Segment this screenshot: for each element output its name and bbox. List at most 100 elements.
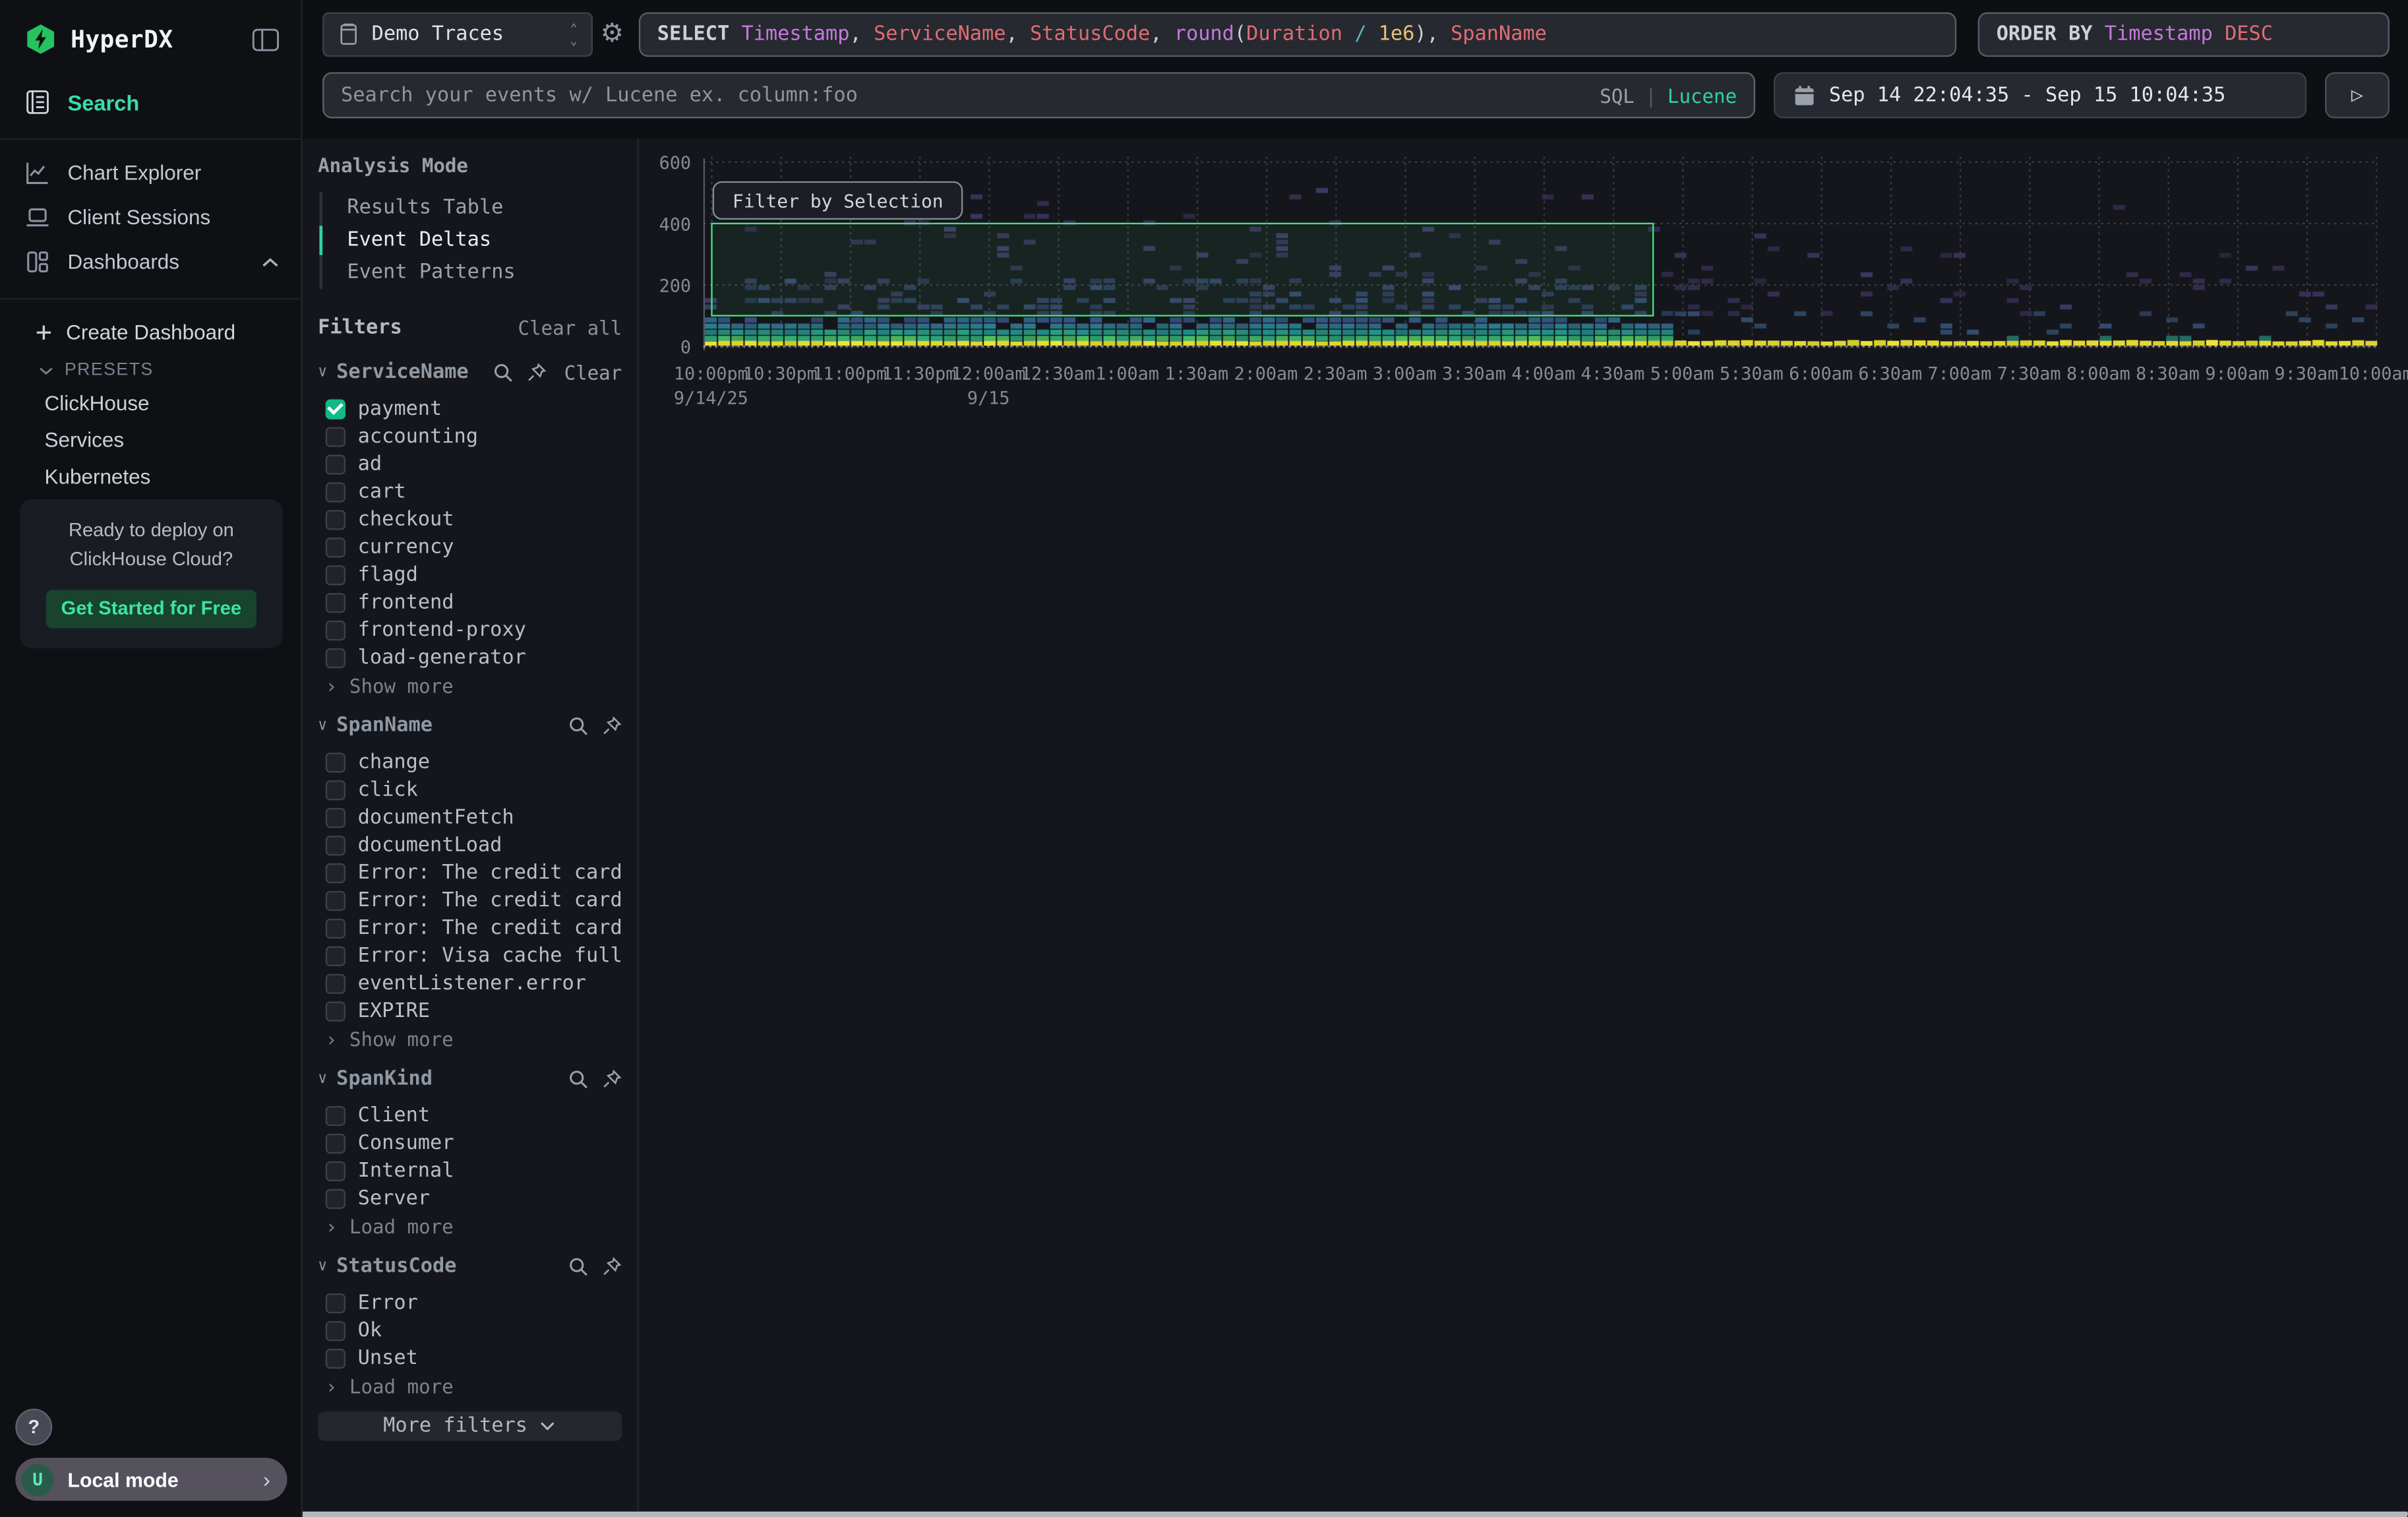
filter-item[interactable]: cart — [318, 478, 622, 505]
filter-item[interactable]: documentLoad — [318, 831, 622, 859]
sidebar-item-chart-explorer[interactable]: Chart Explorer — [0, 150, 301, 195]
filter-item[interactable]: frontend — [318, 588, 622, 616]
sidebar-item-preset-clickhouse[interactable]: ClickHouse — [0, 384, 301, 421]
analysis-mode-results-table[interactable]: Results Table — [322, 192, 622, 224]
search-input[interactable]: Search your events w/ Lucene ex. column:… — [322, 72, 1755, 118]
chevron-down-icon[interactable]: ∨ — [318, 716, 327, 733]
pin-icon[interactable] — [602, 1068, 622, 1088]
search-icon[interactable] — [568, 1068, 588, 1088]
local-mode-menu[interactable]: U Local mode › — [15, 1458, 287, 1501]
presets-toggle[interactable]: PRESETS — [0, 352, 301, 384]
chevron-down-icon[interactable]: ∨ — [318, 363, 327, 381]
filter-item[interactable]: documentFetch — [318, 803, 622, 831]
filter-item[interactable]: Error: Visa cache full: … — [318, 942, 622, 970]
search-icon[interactable] — [568, 1256, 588, 1276]
checkbox-unchecked[interactable] — [326, 592, 346, 612]
run-query-button[interactable]: ▷ — [2325, 72, 2390, 118]
checkbox-unchecked[interactable] — [326, 426, 346, 446]
checkbox-unchecked[interactable] — [326, 945, 346, 965]
checkbox-unchecked[interactable] — [326, 807, 346, 827]
order-by-input[interactable]: ORDER BY Timestamp DESC — [1978, 13, 2390, 57]
chevron-down-icon[interactable]: ∨ — [318, 1070, 327, 1087]
analysis-mode-event-deltas[interactable]: Event Deltas — [322, 224, 622, 257]
search-icon[interactable] — [493, 361, 513, 381]
checkbox-unchecked[interactable] — [326, 1161, 346, 1181]
filter-item[interactable]: Error: The credit card (… — [318, 859, 622, 886]
checkbox-unchecked[interactable] — [326, 565, 346, 584]
filter-item[interactable]: Error: The credit card (… — [318, 886, 622, 914]
create-dashboard-button[interactable]: Create Dashboard — [0, 313, 301, 352]
filter-item[interactable]: click — [318, 776, 622, 803]
clear-all-link[interactable]: Clear all — [518, 317, 622, 340]
filter-item[interactable]: Ok — [318, 1316, 622, 1344]
clear-filter-link[interactable]: Clear — [564, 360, 622, 383]
sidebar-item-client-sessions[interactable]: Client Sessions — [0, 195, 301, 240]
analysis-mode-event-patterns[interactable]: Event Patterns — [322, 257, 622, 289]
filter-item[interactable]: Unset — [318, 1344, 622, 1372]
filter-item[interactable]: checkout — [318, 505, 622, 533]
checkbox-unchecked[interactable] — [326, 1105, 346, 1125]
language-option-sql[interactable]: SQL — [1600, 84, 1635, 107]
filter-item[interactable]: change — [318, 748, 622, 776]
show-more-link[interactable]: ›Load more — [318, 1372, 622, 1400]
select-clause-input[interactable]: SELECT Timestamp, ServiceName, StatusCod… — [639, 13, 1956, 57]
filter-item[interactable]: EXPIRE — [318, 997, 622, 1025]
help-button[interactable]: ? — [15, 1409, 52, 1446]
more-filters-button[interactable]: More filters — [318, 1411, 622, 1440]
filter-item[interactable]: Error — [318, 1289, 622, 1316]
checkbox-unchecked[interactable] — [326, 481, 346, 501]
checkbox-unchecked[interactable] — [326, 1293, 346, 1313]
source-select[interactable]: Demo Traces ⌃⌄ — [322, 13, 593, 57]
sidebar-item-preset-services[interactable]: Services — [0, 421, 301, 458]
checkbox-unchecked[interactable] — [326, 918, 346, 938]
filter-item[interactable]: currency — [318, 533, 622, 561]
checkbox-unchecked[interactable] — [326, 1133, 346, 1153]
checkbox-unchecked[interactable] — [326, 537, 346, 557]
collapse-sidebar-icon[interactable] — [252, 27, 280, 51]
filter-item[interactable]: Internal — [318, 1157, 622, 1185]
sidebar-item-search[interactable]: Search — [0, 72, 301, 139]
filter-item[interactable]: Error: The credit card (… — [318, 914, 622, 942]
show-more-link[interactable]: ›Show more — [318, 1024, 622, 1052]
show-more-link[interactable]: ›Show more — [318, 671, 622, 699]
chevron-up-icon[interactable] — [261, 256, 280, 268]
pin-icon[interactable] — [602, 1256, 622, 1276]
language-toggle[interactable]: SQL | Lucene — [1600, 84, 1737, 107]
filter-item[interactable]: frontend-proxy — [318, 616, 622, 644]
checkbox-checked[interactable] — [326, 398, 346, 418]
pin-icon[interactable] — [527, 361, 547, 381]
filter-item[interactable]: Server — [318, 1185, 622, 1212]
search-icon[interactable] — [568, 715, 588, 735]
checkbox-unchecked[interactable] — [326, 1348, 346, 1368]
filter-item[interactable]: Client — [318, 1101, 622, 1129]
filter-item[interactable]: load-generator — [318, 644, 622, 671]
sidebar-item-preset-kubernetes[interactable]: Kubernetes — [0, 458, 301, 495]
get-started-button[interactable]: Get Started for Free — [46, 589, 256, 627]
chart-selection-rect[interactable] — [711, 223, 1654, 317]
checkbox-unchecked[interactable] — [326, 752, 346, 772]
checkbox-unchecked[interactable] — [326, 863, 346, 882]
checkbox-unchecked[interactable] — [326, 509, 346, 529]
pin-icon[interactable] — [602, 715, 622, 735]
filter-item[interactable]: accounting — [318, 422, 622, 450]
checkbox-unchecked[interactable] — [326, 1001, 346, 1020]
language-option-lucene[interactable]: Lucene — [1668, 84, 1737, 107]
filter-item[interactable]: flagd — [318, 561, 622, 588]
checkbox-unchecked[interactable] — [326, 973, 346, 993]
checkbox-unchecked[interactable] — [326, 1188, 346, 1208]
filter-item[interactable]: eventListener.error — [318, 970, 622, 997]
checkbox-unchecked[interactable] — [326, 648, 346, 667]
filter-item[interactable]: ad — [318, 450, 622, 478]
filter-by-selection-button[interactable]: Filter by Selection — [713, 181, 963, 220]
show-more-link[interactable]: ›Load more — [318, 1212, 622, 1240]
chevron-down-icon[interactable]: ∨ — [318, 1257, 327, 1274]
checkbox-unchecked[interactable] — [326, 780, 346, 799]
checkbox-unchecked[interactable] — [326, 835, 346, 855]
gear-icon[interactable]: ⚙ — [601, 18, 624, 49]
checkbox-unchecked[interactable] — [326, 1320, 346, 1340]
checkbox-unchecked[interactable] — [326, 620, 346, 640]
filter-item[interactable]: Consumer — [318, 1129, 622, 1157]
date-range-picker[interactable]: Sep 14 22:04:35 - Sep 15 10:04:35 — [1774, 72, 2306, 118]
checkbox-unchecked[interactable] — [326, 890, 346, 910]
checkbox-unchecked[interactable] — [326, 454, 346, 474]
